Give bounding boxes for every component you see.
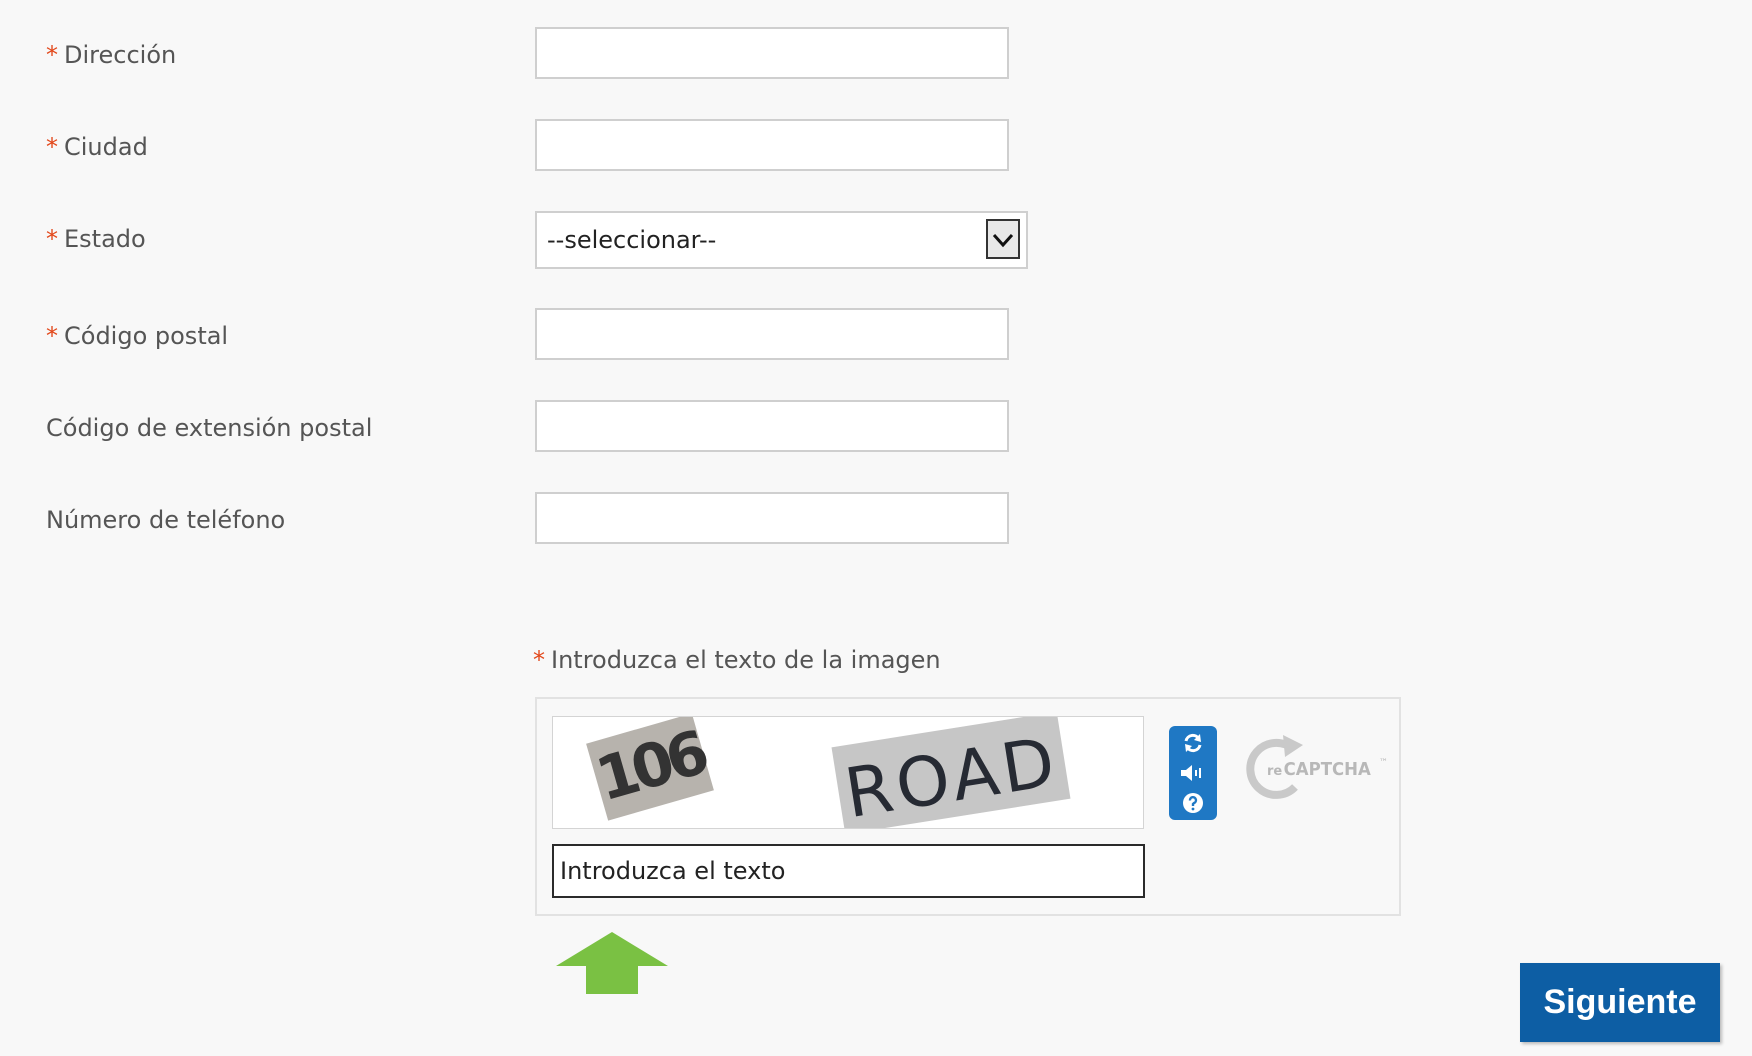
- captcha-widget: 106 ROAD Introduzca el texto re CAPTCHA …: [535, 697, 1401, 916]
- city-label-text: Ciudad: [64, 133, 148, 161]
- address-form: * Dirección * Ciudad * Estado --seleccionar…: [0, 0, 1752, 1056]
- captcha-label: * Introduzca el texto de la imagen: [533, 640, 941, 680]
- state-select[interactable]: --seleccionar--: [535, 211, 1028, 269]
- required-marker: *: [533, 646, 545, 674]
- city-input[interactable]: [535, 119, 1009, 171]
- chevron-down-icon[interactable]: [986, 219, 1020, 259]
- required-marker: *: [46, 225, 58, 253]
- phone-input[interactable]: [535, 492, 1009, 544]
- captcha-word: ROAD: [831, 717, 1071, 828]
- recaptcha-wordmark: CAPTCHA: [1284, 759, 1372, 780]
- captcha-input[interactable]: Introduzca el texto: [552, 844, 1145, 898]
- captcha-word: 106: [586, 717, 714, 821]
- postal-code-row: * Código postal: [0, 308, 1752, 364]
- required-marker: *: [46, 322, 58, 350]
- city-label: * Ciudad: [46, 119, 148, 175]
- postal-extension-input[interactable]: [535, 400, 1009, 452]
- recaptcha-prefix: re: [1267, 764, 1282, 779]
- state-label-text: Estado: [64, 225, 146, 253]
- state-label: * Estado: [46, 211, 146, 267]
- state-row: * Estado --seleccionar--: [0, 211, 1752, 269]
- state-select-value: --seleccionar--: [547, 226, 717, 254]
- next-button[interactable]: Siguiente: [1520, 963, 1720, 1042]
- captcha-label-text: Introduzca el texto de la imagen: [551, 646, 941, 674]
- postal-code-label: * Código postal: [46, 308, 228, 364]
- refresh-icon[interactable]: [1169, 728, 1217, 758]
- captcha-image: 106 ROAD: [552, 716, 1144, 829]
- recaptcha-logo: re CAPTCHA ™: [1245, 729, 1390, 809]
- audio-icon[interactable]: [1169, 758, 1217, 788]
- required-marker: *: [46, 41, 58, 69]
- address-input[interactable]: [535, 27, 1009, 79]
- up-arrow-icon: [554, 930, 670, 996]
- phone-label: Número de teléfono: [46, 506, 286, 534]
- city-row: * Ciudad: [0, 119, 1752, 175]
- required-marker: *: [46, 133, 58, 161]
- address-label: * Dirección: [46, 27, 176, 83]
- recaptcha-tm: ™: [1379, 758, 1388, 768]
- address-row: * Dirección: [0, 27, 1752, 83]
- postal-code-label-text: Código postal: [64, 322, 229, 350]
- phone-row: Número de teléfono: [0, 492, 1752, 548]
- address-label-text: Dirección: [64, 41, 177, 69]
- postal-code-input[interactable]: [535, 308, 1009, 360]
- captcha-controls: [1169, 726, 1217, 820]
- postal-extension-label: Código de extensión postal: [46, 414, 373, 442]
- help-icon[interactable]: [1169, 788, 1217, 818]
- postal-extension-row: Código de extensión postal: [0, 400, 1752, 456]
